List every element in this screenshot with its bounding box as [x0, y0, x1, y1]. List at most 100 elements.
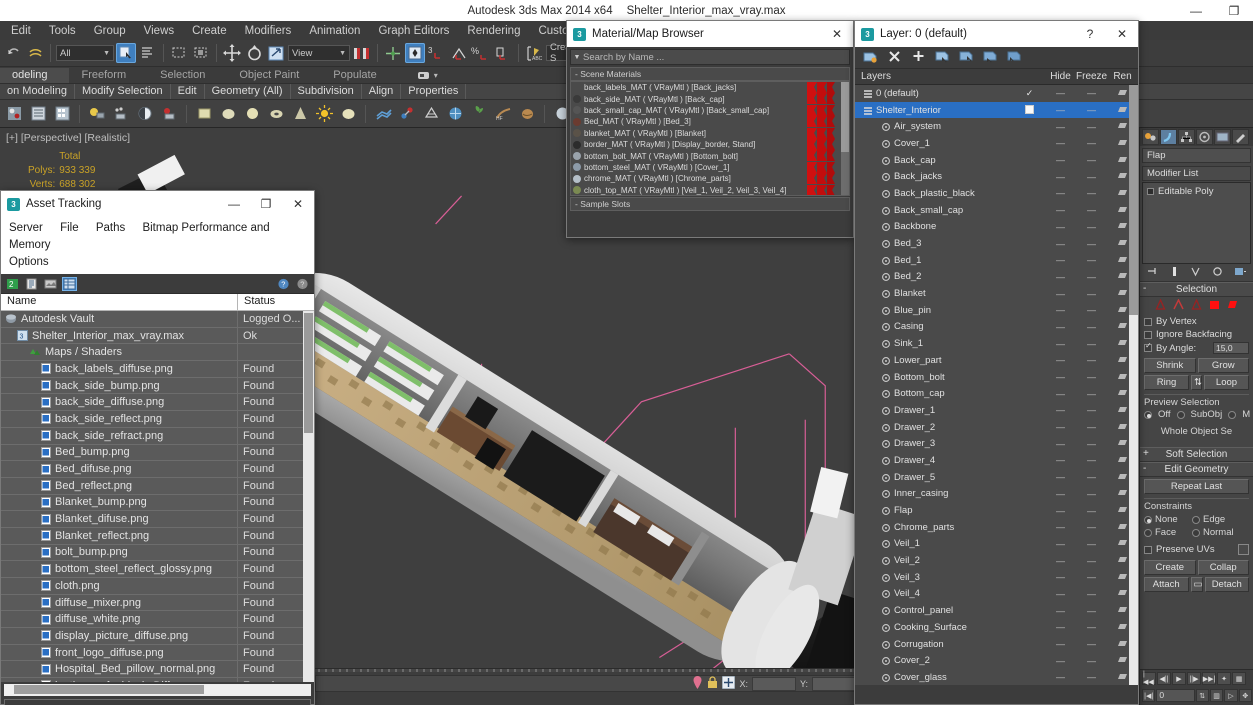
reference-coordinate-combo[interactable]: View ▼ — [288, 45, 350, 61]
layer-active-checkbox[interactable]: ✓ — [1014, 88, 1045, 99]
layer-hide-toggle[interactable]: — — [1045, 105, 1076, 115]
space-warp-icon[interactable] — [397, 104, 417, 124]
column-header-name[interactable]: Name — [1, 294, 238, 310]
layer-row[interactable]: Lower_part — — — [855, 352, 1138, 369]
asset-row[interactable]: Bed_reflect.png Found — [1, 477, 314, 495]
layer-hide-toggle[interactable]: — — [1045, 322, 1076, 332]
layer-row[interactable]: Drawer_5 — — — [855, 469, 1138, 486]
layer-hide-toggle[interactable]: — — [1045, 88, 1076, 98]
asset-row[interactable]: Autodesk Vault Logged O... — [1, 311, 314, 328]
asset-tracking-minimize-button[interactable]: — — [218, 191, 250, 217]
layer-hide-toggle[interactable]: — — [1045, 672, 1076, 682]
use-pivot-center-icon[interactable] — [352, 43, 372, 63]
layer-row[interactable]: Cover_2 — — — [855, 652, 1138, 669]
modifier-stack[interactable]: Editable Poly — [1142, 182, 1251, 264]
by-vertex-row[interactable]: By Vertex — [1144, 315, 1249, 328]
help-secondary-icon[interactable]: ? — [295, 277, 310, 291]
preview-off-radio[interactable] — [1144, 410, 1152, 419]
particle-system-icon[interactable] — [373, 104, 393, 124]
at-menu-server[interactable]: Server — [9, 222, 43, 234]
by-angle-value-field[interactable]: 15,0 — [1213, 342, 1249, 354]
layer-hide-toggle[interactable]: — — [1045, 305, 1076, 315]
menu-graph-editors[interactable]: Graph Editors — [369, 23, 458, 39]
render-iterative-icon[interactable] — [159, 104, 179, 124]
omni-light-icon[interactable] — [314, 104, 334, 124]
lightbulb-toggle-icon[interactable] — [1147, 188, 1154, 195]
layer-hide-toggle[interactable]: — — [1045, 239, 1076, 249]
layer-row[interactable]: Bottom_cap — — — [855, 385, 1138, 402]
layer-row[interactable]: Veil_1 — — — [855, 536, 1138, 553]
layer-freeze-toggle[interactable]: — — [1076, 589, 1107, 599]
play-animation-button[interactable]: ▶ — [1172, 672, 1186, 685]
layer-row[interactable]: Veil_2 — — — [855, 552, 1138, 569]
asset-tracking-maximize-button[interactable]: ❐ — [250, 191, 282, 217]
layer-row[interactable]: Control_panel — — — [855, 602, 1138, 619]
layer-hide-toggle[interactable]: — — [1045, 539, 1076, 549]
asset-tracking-vertical-scrollbar[interactable] — [303, 311, 314, 682]
layer-freeze-toggle[interactable]: — — [1076, 105, 1107, 115]
layer-freeze-toggle[interactable]: — — [1076, 622, 1107, 632]
layer-active-checkbox[interactable] — [1014, 104, 1045, 116]
menu-views[interactable]: Views — [135, 23, 183, 39]
layer-freeze-toggle[interactable]: — — [1076, 222, 1107, 232]
ribbon-subtab-geometry-all[interactable]: Geometry (All) — [205, 84, 291, 99]
ignore-backfacing-checkbox[interactable] — [1144, 330, 1152, 339]
column-header-layers[interactable]: Layers — [855, 71, 1014, 82]
layer-row[interactable]: Inner_casing — — — [855, 486, 1138, 503]
at-menu-file[interactable]: File — [60, 222, 79, 234]
cone-primitive-icon[interactable] — [290, 104, 310, 124]
ribbon-subtab-modify-selection[interactable]: Modify Selection — [75, 84, 171, 99]
redo-icon[interactable] — [25, 43, 45, 63]
material-editor-icon[interactable] — [4, 104, 24, 124]
layer-freeze-toggle[interactable]: — — [1076, 122, 1107, 132]
undo-icon[interactable] — [3, 43, 23, 63]
rollout-collapse-icon[interactable]: - — [1143, 283, 1146, 294]
layer-freeze-toggle[interactable]: — — [1076, 205, 1107, 215]
asset-row[interactable]: Hospital_Bed_pillow_normal.png Found — [1, 661, 314, 679]
attach-button[interactable]: Attach — [1144, 577, 1189, 592]
scrollbar-thumb[interactable] — [304, 313, 313, 433]
modifier-stack-item-editable-poly[interactable]: Editable Poly — [1145, 185, 1248, 198]
layer-hide-toggle[interactable]: — — [1045, 522, 1076, 532]
preview-multi-radio[interactable] — [1228, 410, 1237, 419]
water-object-icon[interactable] — [445, 104, 465, 124]
asset-row[interactable]: Blanket_difuse.png Found — [1, 511, 314, 528]
asset-row[interactable]: Bed_bump.png Found — [1, 444, 314, 462]
layer-row[interactable]: Drawer_3 — — — [855, 435, 1138, 452]
layer-row[interactable]: Bed_1 — — — [855, 252, 1138, 269]
layer-list[interactable]: 0 (default) ✓ — — Shelter_Interior — — Air_syst… — [855, 85, 1138, 685]
grow-button[interactable]: Grow — [1197, 358, 1249, 373]
configure-modifier-sets-icon[interactable] — [1234, 266, 1247, 280]
help-icon[interactable]: ? — [276, 277, 291, 291]
time-configuration-button[interactable]: ▦ — [1232, 672, 1246, 685]
layer-row[interactable]: Back_small_cap — — — [855, 202, 1138, 219]
layer-row[interactable]: 0 (default) ✓ — — — [855, 85, 1138, 102]
layer-freeze-toggle[interactable]: — — [1076, 472, 1107, 482]
highlight-selected-objects-layers-icon[interactable] — [983, 49, 998, 66]
select-highlighted-layers-icon[interactable] — [959, 49, 974, 66]
material-map-browser-window[interactable]: 3 Material/Map Browser ✕ ▼ Search by Nam… — [566, 20, 854, 238]
layer-hide-toggle[interactable]: — — [1045, 272, 1076, 282]
material-explorer-icon[interactable] — [28, 104, 48, 124]
layer-hide-toggle[interactable]: — — [1045, 556, 1076, 566]
asset-row[interactable]: back_side_reflect.png Found — [1, 411, 314, 428]
go-to-start-button[interactable]: |◀◀ — [1142, 671, 1156, 686]
scrollbar-thumb[interactable] — [1129, 85, 1138, 315]
menu-animation[interactable]: Animation — [300, 23, 369, 39]
next-frame-button[interactable]: ||▶ — [1187, 672, 1201, 685]
tab-motion[interactable] — [1196, 129, 1213, 145]
material-row[interactable]: back_labels_MAT ( VRayMtl ) [Back_jacks] — [571, 82, 849, 93]
layer-manager-window[interactable]: 3 Layer: 0 (default) ? ✕ Layers Hide Fre… — [854, 20, 1139, 705]
modifier-list-dropdown[interactable]: Modifier List — [1142, 166, 1251, 181]
layer-freeze-toggle[interactable]: — — [1076, 656, 1107, 666]
select-and-manipulate-icon[interactable] — [383, 43, 403, 63]
ribbon-display-options-icon[interactable]: ▾ — [399, 68, 460, 83]
layer-hide-toggle[interactable]: — — [1045, 472, 1076, 482]
layer-freeze-toggle[interactable]: — — [1076, 455, 1107, 465]
material-browser-close-button[interactable]: ✕ — [821, 21, 853, 47]
layer-row[interactable]: Bottom_bolt — — — [855, 369, 1138, 386]
layer-hide-toggle[interactable]: — — [1045, 656, 1076, 666]
snaps-toggle-icon[interactable] — [405, 43, 425, 63]
by-angle-row[interactable]: By Angle: 15,0 — [1144, 341, 1249, 355]
cloth-modifier-icon[interactable] — [517, 104, 537, 124]
